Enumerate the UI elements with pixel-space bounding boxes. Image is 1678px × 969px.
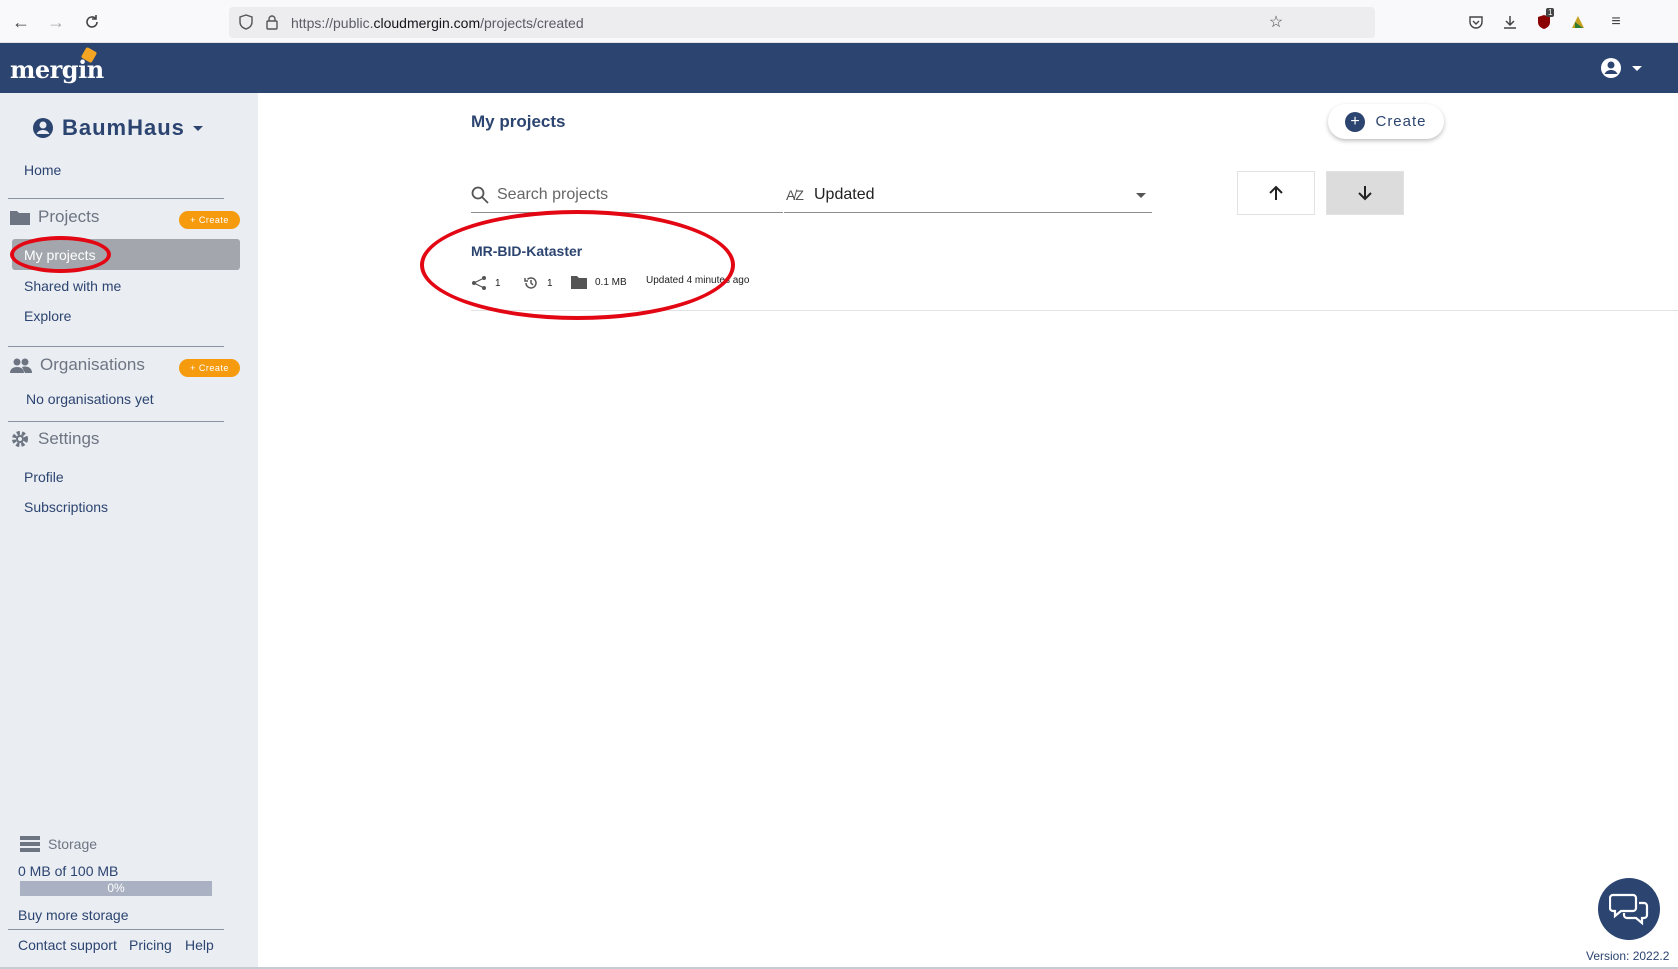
search-input[interactable]: Search projects xyxy=(471,177,783,213)
extension-badge: 1 xyxy=(1546,8,1555,17)
sidebar-item-home[interactable]: Home xyxy=(24,162,61,178)
divider xyxy=(8,421,224,422)
chat-support-button[interactable] xyxy=(1598,878,1660,940)
divider xyxy=(8,198,224,199)
browser-toolbar: ← → https://public.cloudmergin.com/proje… xyxy=(0,0,1678,43)
version-text: Version: 2022.2 xyxy=(1586,949,1670,963)
chevron-down-icon xyxy=(192,125,203,131)
search-icon xyxy=(471,186,489,204)
divider xyxy=(8,346,224,347)
storage-icon xyxy=(20,836,40,852)
sort-descending-button[interactable] xyxy=(1326,171,1404,215)
address-bar[interactable]: https://public.cloudmergin.com/projects/… xyxy=(229,7,1375,38)
account-circle-icon xyxy=(1601,58,1621,78)
buy-storage-link[interactable]: Buy more storage xyxy=(18,907,129,923)
chat-icon xyxy=(1609,893,1649,926)
plus-icon: + xyxy=(1345,111,1366,132)
gear-icon xyxy=(12,431,28,447)
red-annotation-ellipse xyxy=(10,236,111,273)
reload-icon[interactable] xyxy=(80,10,104,34)
folder-icon xyxy=(10,211,30,225)
forward-icon[interactable]: → xyxy=(44,10,68,34)
pricing-link[interactable]: Pricing xyxy=(129,937,172,953)
projects-section-header: Projects xyxy=(10,207,99,227)
back-icon[interactable]: ← xyxy=(9,10,33,34)
storage-used-text: 0 MB of 100 MB xyxy=(18,863,119,879)
lock-icon[interactable] xyxy=(261,11,283,33)
chevron-down-icon xyxy=(1632,65,1642,71)
sidebar-item-profile[interactable]: Profile xyxy=(24,469,64,485)
arrow-up-icon xyxy=(1269,185,1283,200)
sidebar-item-explore[interactable]: Explore xyxy=(24,308,71,324)
account-menu-button[interactable] xyxy=(1600,55,1660,81)
sort-value: Updated xyxy=(814,185,875,203)
create-project-button[interactable]: + Create xyxy=(179,211,240,229)
storage-header: Storage xyxy=(20,836,97,852)
divider xyxy=(8,929,224,930)
sort-ascending-button[interactable] xyxy=(1237,171,1315,215)
download-icon[interactable] xyxy=(1499,11,1521,33)
shield-icon[interactable] xyxy=(235,11,257,33)
page-title: My projects xyxy=(471,112,566,131)
main-content: My projects + Create Search projects A̸Z… xyxy=(258,93,1678,969)
sidebar-item-shared[interactable]: Shared with me xyxy=(24,278,121,294)
pocket-icon[interactable] xyxy=(1465,11,1487,33)
dropdown-caret-icon xyxy=(1136,193,1146,198)
contact-support-link[interactable]: Contact support xyxy=(18,937,117,953)
arrow-down-icon xyxy=(1358,186,1372,201)
settings-section-header: Settings xyxy=(10,429,99,449)
extension-icon[interactable] xyxy=(1567,11,1589,33)
workspace-name: BaumHaus xyxy=(62,115,185,140)
bookmark-star-icon[interactable]: ☆ xyxy=(1265,11,1287,33)
app-header: mergin xyxy=(0,43,1678,93)
menu-hamburger-icon[interactable]: ≡ xyxy=(1605,11,1627,33)
help-link[interactable]: Help xyxy=(185,937,214,953)
create-organisation-button[interactable]: + Create xyxy=(179,359,240,377)
create-project-main-button[interactable]: + Create xyxy=(1328,104,1444,139)
storage-progress-bar: 0% xyxy=(20,881,212,896)
sidebar-item-subscriptions[interactable]: Subscriptions xyxy=(24,499,108,515)
sort-select[interactable]: A̸Z Updated xyxy=(784,177,1152,213)
people-icon xyxy=(10,358,32,373)
red-annotation-ellipse xyxy=(420,210,735,320)
search-placeholder: Search projects xyxy=(497,185,609,203)
organisations-section-header: Organisations xyxy=(10,355,145,375)
storage-percent: 0% xyxy=(107,881,125,895)
sidebar: BaumHaus Home Projects + Create My proje… xyxy=(0,93,258,969)
workspace-switcher[interactable]: BaumHaus xyxy=(32,115,203,141)
sort-alpha-icon: A̸Z xyxy=(786,186,804,203)
account-circle-icon xyxy=(33,118,53,138)
url-text: https://public.cloudmergin.com/projects/… xyxy=(291,15,584,31)
no-organisations-text: No organisations yet xyxy=(26,391,154,407)
ublock-extension-icon[interactable]: 1 xyxy=(1533,8,1555,33)
